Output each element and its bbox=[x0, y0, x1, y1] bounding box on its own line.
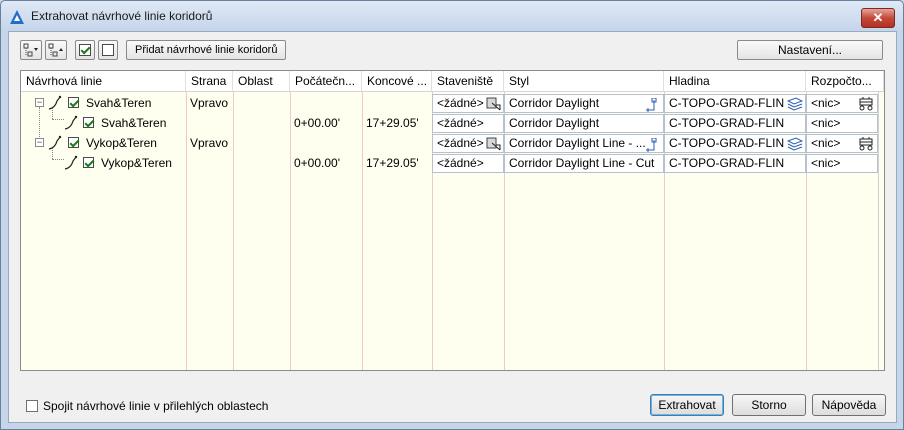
budget-select[interactable]: <nic> bbox=[806, 114, 878, 133]
clear-all-icon bbox=[102, 44, 114, 56]
layer-icon[interactable] bbox=[787, 96, 803, 112]
close-button[interactable]: ✕ bbox=[861, 8, 895, 28]
feature-line-name: Vykop&Teren bbox=[101, 156, 172, 170]
col-layer[interactable]: Hladina bbox=[664, 71, 806, 91]
collapse-all-button[interactable] bbox=[45, 40, 67, 60]
budget-select[interactable]: <nic> bbox=[806, 154, 878, 173]
col-style[interactable]: Styl bbox=[504, 71, 664, 91]
select-all-button[interactable] bbox=[75, 40, 95, 60]
collapse-toggle[interactable]: − bbox=[35, 98, 44, 107]
style-select[interactable]: Corridor Daylight bbox=[504, 94, 664, 113]
style-select[interactable]: Corridor Daylight Line - Cut bbox=[504, 154, 664, 173]
collapse-all-icon bbox=[48, 43, 63, 57]
close-icon: ✕ bbox=[872, 10, 884, 25]
table-row[interactable]: Svah&Teren 0+00.00' 17+29.05' <žádné> Co… bbox=[21, 113, 884, 133]
add-feature-lines-button[interactable]: Přidat návrhové linie koridorů bbox=[126, 40, 287, 60]
title-bar[interactable]: Extrahovat návrhové linie koridorů ✕ bbox=[1, 1, 903, 31]
table-row[interactable]: − Vykop&Teren Vpravo <žádné> Corridor Da… bbox=[21, 133, 884, 153]
side-value: Vpravo bbox=[190, 136, 229, 150]
budget-icon[interactable] bbox=[859, 136, 875, 152]
select-all-icon bbox=[79, 44, 91, 56]
help-button[interactable]: Nápověda bbox=[812, 394, 886, 416]
side-value: Vpravo bbox=[190, 96, 229, 110]
dialog-window: Extrahovat návrhové linie koridorů ✕ Při… bbox=[0, 0, 904, 430]
expand-all-button[interactable] bbox=[20, 40, 42, 60]
row-checkbox[interactable] bbox=[68, 137, 79, 148]
layer-select[interactable]: C-TOPO-GRAD-FLIN bbox=[664, 114, 806, 133]
alignment-icon bbox=[64, 115, 78, 130]
settings-button[interactable]: Nastavení... bbox=[737, 40, 883, 60]
cancel-button[interactable]: Storno bbox=[732, 394, 806, 416]
site-pick-icon[interactable] bbox=[486, 96, 502, 112]
layer-select[interactable]: C-TOPO-GRAD-FLIN bbox=[664, 94, 806, 113]
feature-line-grid: Návrhová linie Strana Oblast Počátečn...… bbox=[20, 70, 885, 371]
window-title: Extrahovat návrhové linie koridorů bbox=[31, 9, 213, 23]
col-feature-line[interactable]: Návrhová linie bbox=[21, 71, 186, 91]
layer-icon[interactable] bbox=[787, 136, 803, 152]
extract-button[interactable]: Extrahovat bbox=[650, 394, 724, 416]
style-select[interactable]: Corridor Daylight Line - ... bbox=[504, 134, 664, 153]
table-row[interactable]: Vykop&Teren 0+00.00' 17+29.05' <žádné> C… bbox=[21, 153, 884, 173]
expand-all-icon bbox=[23, 43, 38, 57]
feature-line-name: Svah&Teren bbox=[86, 96, 152, 110]
col-end-station[interactable]: Koncové ... bbox=[362, 71, 432, 91]
col-start-station[interactable]: Počátečn... bbox=[290, 71, 362, 91]
site-pick-icon[interactable] bbox=[486, 136, 502, 152]
style-edit-icon[interactable] bbox=[646, 138, 662, 154]
style-select[interactable]: Corridor Daylight bbox=[504, 114, 664, 133]
join-adjacent-checkbox[interactable] bbox=[26, 400, 38, 412]
alignment-icon bbox=[64, 155, 78, 170]
site-select[interactable]: <žádné> bbox=[432, 154, 504, 173]
row-checkbox[interactable] bbox=[83, 157, 94, 168]
layer-select[interactable]: C-TOPO-GRAD-FLIN bbox=[664, 154, 806, 173]
dialog-client: Přidat návrhové linie koridorů Nastavení… bbox=[8, 31, 897, 423]
row-checkbox[interactable] bbox=[83, 117, 94, 128]
layer-select[interactable]: C-TOPO-GRAD-FLIN bbox=[664, 134, 806, 153]
row-checkbox[interactable] bbox=[68, 97, 79, 108]
collapse-toggle[interactable]: − bbox=[35, 138, 44, 147]
end-station-value: 17+29.05' bbox=[366, 156, 419, 170]
col-site[interactable]: Staveniště bbox=[432, 71, 504, 91]
feature-line-name: Svah&Teren bbox=[101, 116, 167, 130]
app-icon bbox=[10, 10, 24, 24]
alignment-icon bbox=[48, 95, 62, 110]
table-row[interactable]: − Svah&Teren Vpravo <žádné> Corridor Day… bbox=[21, 93, 884, 113]
site-select[interactable]: <žádné> bbox=[432, 114, 504, 133]
col-side[interactable]: Strana bbox=[186, 71, 233, 91]
feature-line-name: Vykop&Teren bbox=[86, 136, 157, 150]
start-station-value: 0+00.00' bbox=[294, 156, 341, 170]
alignment-icon bbox=[48, 135, 62, 150]
grid-header: Návrhová linie Strana Oblast Počátečn...… bbox=[21, 71, 884, 92]
col-region[interactable]: Oblast bbox=[233, 71, 290, 91]
start-station-value: 0+00.00' bbox=[294, 116, 341, 130]
end-station-value: 17+29.05' bbox=[366, 116, 419, 130]
join-adjacent-label: Spojit návrhové linie v přilehlých oblas… bbox=[43, 399, 269, 413]
clear-all-button[interactable] bbox=[98, 40, 118, 60]
budget-icon[interactable] bbox=[859, 96, 875, 112]
col-budget[interactable]: Rozpočto... bbox=[806, 71, 884, 91]
style-edit-icon[interactable] bbox=[646, 98, 662, 114]
